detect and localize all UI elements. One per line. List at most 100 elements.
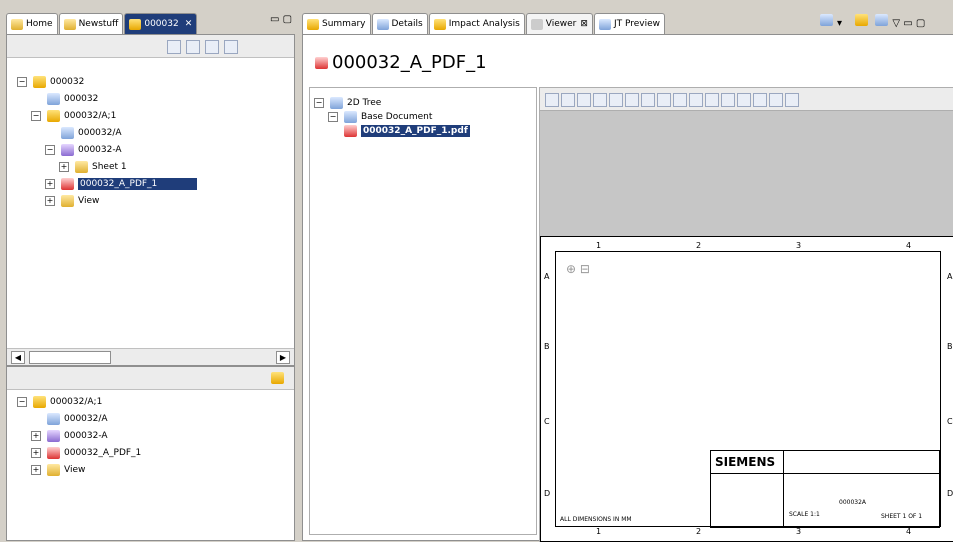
revision-icon bbox=[47, 110, 60, 122]
collapse-icon[interactable]: − bbox=[328, 112, 338, 122]
text-icon bbox=[47, 413, 60, 425]
tab-details[interactable]: Details bbox=[371, 13, 428, 34]
drawing-border: ⊕ ⊟ SIEMENS SCALE 1:1 000032A SHEET 1 OF… bbox=[555, 251, 941, 528]
window-icon[interactable] bbox=[875, 14, 889, 26]
tree-item[interactable]: + View bbox=[31, 463, 85, 477]
tree-item[interactable]: +000032_A_PDF_1 bbox=[31, 446, 141, 460]
scroll-left-icon[interactable]: ◀ bbox=[11, 351, 25, 364]
pan-icon[interactable] bbox=[625, 93, 639, 107]
collapse-icon[interactable]: − bbox=[17, 77, 27, 87]
tree-item[interactable]: +000032_A_PDF_1 bbox=[45, 177, 198, 191]
expand-icon[interactable] bbox=[204, 40, 219, 54]
pin-icon[interactable] bbox=[271, 372, 284, 384]
row-label-b-right: B bbox=[947, 342, 953, 351]
snapshot-icon[interactable] bbox=[737, 93, 751, 107]
print-icon[interactable] bbox=[721, 93, 735, 107]
tree-item-label: 000032_A_PDF_1 bbox=[78, 178, 198, 190]
overlay-icon[interactable] bbox=[753, 93, 767, 107]
settings-icon[interactable] bbox=[769, 93, 783, 107]
close-icon[interactable]: ✕ bbox=[185, 19, 193, 29]
rotate-icon[interactable] bbox=[641, 93, 655, 107]
tab-jt-preview[interactable]: JT Preview bbox=[593, 13, 665, 34]
close-icon[interactable]: ⊠ bbox=[580, 19, 588, 29]
view-actions[interactable]: ▾ ▽ ▭ ▢ bbox=[820, 14, 925, 29]
tree-item[interactable]: + View bbox=[45, 194, 99, 208]
sheet-label: SHEET 1 OF 1 bbox=[881, 513, 923, 520]
scroll-right-icon[interactable]: ▶ bbox=[276, 351, 290, 364]
scroll-thumb[interactable] bbox=[29, 351, 111, 364]
revision-icon bbox=[33, 396, 46, 408]
tree-item[interactable]: 000032/A bbox=[45, 126, 122, 140]
expand-icon[interactable]: + bbox=[59, 162, 69, 172]
markup-icon[interactable] bbox=[673, 93, 687, 107]
measure-icon[interactable] bbox=[577, 93, 591, 107]
sync-icon[interactable] bbox=[167, 40, 181, 54]
tree-item[interactable]: − 000032/A;1 bbox=[31, 109, 116, 123]
expand-icon[interactable]: + bbox=[31, 431, 41, 441]
tab-newstuff[interactable]: Newstuff bbox=[58, 13, 124, 34]
minimize-maximize-icons[interactable]: ▭ ▢ bbox=[270, 14, 292, 25]
col-label-3-bottom: 3 bbox=[796, 527, 802, 536]
col-label-3: 3 bbox=[796, 241, 802, 250]
viewer-toolbar-buttons[interactable] bbox=[545, 93, 801, 110]
collapse-icon[interactable]: − bbox=[314, 98, 324, 108]
tree-item-label: 000032-A bbox=[78, 145, 122, 155]
tab-000032[interactable]: 000032 ✕ bbox=[124, 13, 198, 34]
title-divider bbox=[783, 451, 784, 527]
tree-item[interactable]: − 000032/A;1 bbox=[17, 395, 102, 409]
pdf-file-icon bbox=[344, 125, 357, 137]
collapse-icon[interactable] bbox=[185, 40, 200, 54]
home-icon bbox=[11, 18, 23, 30]
fit-icon[interactable] bbox=[545, 93, 559, 107]
action-icon[interactable] bbox=[820, 14, 833, 26]
tab-home[interactable]: Home bbox=[6, 13, 58, 34]
check-icon[interactable] bbox=[855, 14, 869, 26]
tree-item[interactable]: − 000032-A bbox=[45, 143, 122, 157]
tab-impact-analysis[interactable]: Impact Analysis bbox=[428, 13, 525, 34]
zoom-out-icon[interactable] bbox=[609, 93, 623, 107]
tree-root[interactable]: −2D Tree bbox=[314, 96, 381, 110]
add-icon[interactable] bbox=[223, 40, 238, 54]
tree-item[interactable]: 000032/A bbox=[31, 412, 108, 426]
horizontal-scrollbar[interactable]: ◀ ▶ bbox=[7, 348, 294, 365]
collapse-icon[interactable]: − bbox=[17, 397, 27, 407]
details-icon bbox=[376, 18, 389, 30]
tree-file[interactable]: 000032_A_PDF_1.pdf bbox=[344, 124, 470, 138]
expand-icon[interactable]: + bbox=[31, 448, 41, 458]
tab-viewer[interactable]: Viewer ⊠ bbox=[525, 13, 593, 34]
viewer-toolbar bbox=[540, 88, 953, 111]
scale-label: SCALE 1:1 bbox=[789, 511, 820, 518]
col-label-4: 4 bbox=[906, 241, 912, 250]
tree-item[interactable]: − 000032 bbox=[17, 75, 84, 89]
collapse-icon[interactable]: − bbox=[31, 111, 41, 121]
row-label-d-right: D bbox=[947, 489, 953, 498]
right-tab-bar: Summary Details Impact Analysis Viewer ⊠ … bbox=[302, 8, 666, 34]
pdf-icon bbox=[61, 178, 74, 190]
tree-item[interactable]: +000032-A bbox=[31, 429, 108, 443]
expand-icon[interactable]: + bbox=[45, 196, 55, 206]
zoom-in-icon[interactable] bbox=[593, 93, 607, 107]
view-icon bbox=[47, 464, 60, 476]
view-icon bbox=[61, 195, 74, 207]
help-icon[interactable] bbox=[785, 93, 799, 107]
expand-icon[interactable]: + bbox=[31, 465, 41, 475]
row-label-b: B bbox=[544, 342, 550, 351]
tree-item[interactable]: 000032 bbox=[31, 92, 98, 106]
row-label-a-right: A bbox=[947, 272, 953, 281]
toolbar-icons[interactable] bbox=[167, 40, 240, 57]
col-label-2: 2 bbox=[696, 241, 702, 250]
collapse-icon[interactable]: − bbox=[45, 145, 55, 155]
col-label-2-bottom: 2 bbox=[696, 527, 702, 536]
text-icon bbox=[47, 93, 60, 105]
expand-icon[interactable]: + bbox=[45, 179, 55, 189]
viewer-canvas[interactable]: 1 2 3 4 A B C D A B C D 1 2 3 4 ⊕ ⊟ SIEM… bbox=[539, 87, 953, 542]
col-label-4-bottom: 4 bbox=[906, 527, 912, 536]
tree-item[interactable]: + Sheet 1 bbox=[59, 160, 127, 174]
compare-icon[interactable] bbox=[689, 93, 703, 107]
tree-base-document[interactable]: − Base Document bbox=[328, 110, 432, 124]
tab-summary[interactable]: Summary bbox=[302, 13, 371, 34]
layers-icon[interactable] bbox=[705, 93, 719, 107]
zoom-area-icon[interactable] bbox=[561, 93, 575, 107]
select-icon[interactable] bbox=[657, 93, 671, 107]
2d-tree-icon bbox=[330, 97, 343, 109]
